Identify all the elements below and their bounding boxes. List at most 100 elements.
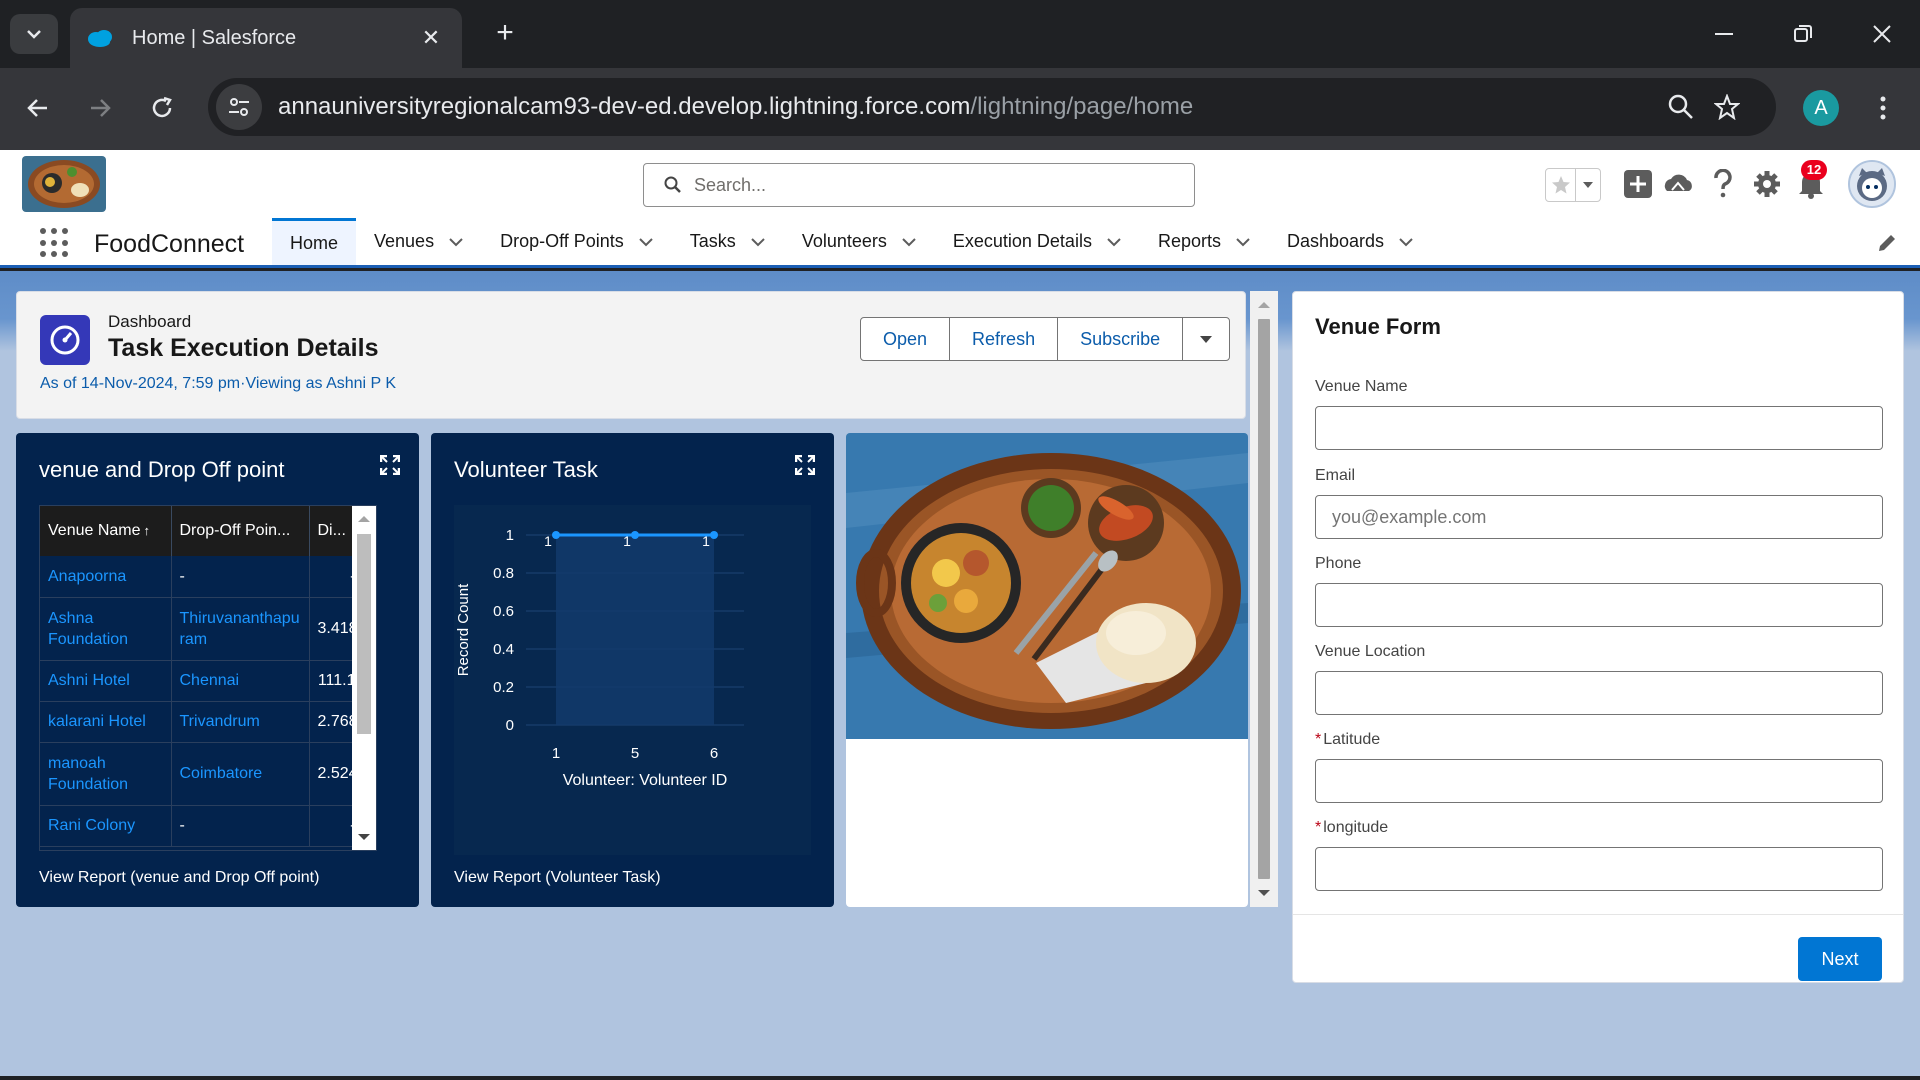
setup-button[interactable]: [1751, 168, 1783, 200]
waffle-dot: [62, 228, 68, 234]
waffle-dot: [51, 251, 57, 258]
new-tab-button[interactable]: +: [487, 16, 523, 52]
profile-avatar[interactable]: A: [1803, 90, 1839, 126]
venue-link[interactable]: Anapoorna: [40, 556, 172, 598]
nav-item-home[interactable]: Home: [272, 218, 357, 265]
trailhead-button[interactable]: [1662, 168, 1694, 200]
dropoff-link[interactable]: Thiruvananthapuram: [171, 597, 310, 661]
view-report-link[interactable]: View Report (venue and Drop Off point): [39, 869, 319, 887]
address-bar[interactable]: annauniversityregionalcam93-dev-ed.devel…: [208, 78, 1776, 136]
tab-search-button[interactable]: [10, 14, 58, 54]
close-window-button[interactable]: [1854, 14, 1910, 54]
global-search[interactable]: [643, 163, 1195, 207]
bookmark-button[interactable]: [1710, 90, 1744, 124]
venue-location-input[interactable]: [1315, 671, 1883, 715]
dropoff-link[interactable]: Coimbatore: [171, 742, 310, 806]
dropoff-link[interactable]: Chennai: [171, 660, 310, 702]
restore-button[interactable]: [1775, 14, 1831, 54]
chevron-down-icon[interactable]: [1106, 237, 1122, 247]
waffle-dot: [51, 239, 57, 246]
reload-button[interactable]: [142, 88, 182, 128]
search-input[interactable]: [694, 174, 1154, 196]
user-avatar[interactable]: [1848, 160, 1896, 208]
table-scrollbar[interactable]: [352, 506, 376, 850]
nav-item-dashboards[interactable]: Dashboards: [1269, 218, 1432, 265]
venue-name-field: Venue Name: [1315, 378, 1883, 450]
y-tick-label: 0.2: [493, 679, 514, 696]
org-logo[interactable]: [22, 156, 106, 212]
chevron-down-icon[interactable]: [1235, 237, 1251, 247]
chevron-down-icon[interactable]: [448, 237, 464, 247]
data-label: 1: [623, 533, 631, 549]
longitude-field: * longitude: [1315, 819, 1883, 891]
nav-item-reports[interactable]: Reports: [1140, 218, 1269, 265]
back-button[interactable]: [18, 88, 58, 128]
nav-item-drop-off-points[interactable]: Drop-Off Points: [482, 218, 672, 265]
site-info-button[interactable]: [216, 84, 262, 130]
tab-close-icon[interactable]: ✕: [416, 25, 446, 51]
email-input[interactable]: [1315, 495, 1883, 539]
nav-item-execution-details[interactable]: Execution Details: [935, 218, 1140, 265]
restore-icon: [1794, 25, 1812, 42]
nav-item-tasks[interactable]: Tasks: [672, 218, 784, 265]
nav-item-venues[interactable]: Venues: [356, 218, 482, 265]
nav-item-volunteers[interactable]: Volunteers: [784, 218, 935, 265]
table-row: manoah Foundation Coimbatore 2.524: [40, 742, 365, 806]
view-report-link[interactable]: View Report (Volunteer Task): [454, 869, 661, 887]
scroll-thumb[interactable]: [357, 534, 371, 734]
dashboard-scrollbar[interactable]: [1250, 291, 1278, 907]
refresh-button[interactable]: Refresh: [949, 317, 1059, 361]
expand-icon[interactable]: [795, 455, 815, 475]
data-point[interactable]: [552, 531, 560, 539]
forward-button[interactable]: [80, 88, 120, 128]
expand-icon[interactable]: [380, 455, 400, 475]
edit-nav-pencil-icon[interactable]: [1876, 232, 1898, 254]
dropoff-link[interactable]: Trivandrum: [171, 701, 310, 743]
venue-link[interactable]: Ashni Hotel: [40, 660, 172, 702]
chevron-down-icon[interactable]: [750, 237, 766, 247]
chevron-down-icon[interactable]: [1398, 237, 1414, 247]
data-point[interactable]: [631, 531, 639, 539]
latitude-input[interactable]: [1315, 759, 1883, 803]
next-button[interactable]: Next: [1798, 937, 1882, 981]
venue-link[interactable]: Rani Colony: [40, 805, 172, 847]
scroll-down-icon[interactable]: [352, 828, 376, 846]
longitude-input[interactable]: [1315, 847, 1883, 891]
data-point[interactable]: [710, 531, 718, 539]
venue-link[interactable]: kalarani Hotel: [40, 701, 172, 743]
sort-arrow-icon[interactable]: ↑: [144, 523, 151, 538]
venue-link[interactable]: Ashna Foundation: [40, 597, 172, 661]
column-header-drop-off-point[interactable]: Drop-Off Poin...: [171, 506, 310, 556]
dashboard-component: Dashboard Task Execution Details As of 1…: [12, 291, 1278, 907]
subscribe-button[interactable]: Subscribe: [1057, 317, 1184, 361]
field-label: Email: [1315, 467, 1356, 484]
help-button[interactable]: [1707, 168, 1739, 200]
window-bottom-edge: [0, 1076, 1920, 1080]
table-row: kalarani Hotel Trivandrum 2.768: [40, 701, 365, 743]
volunteer-line-chart: 0 0.2 0.4 0.6 0.8 1 1 5 6 1 1 1 Record Count Volu…: [454, 505, 811, 855]
column-header-venue-name[interactable]: Venue Name ↑: [40, 506, 172, 556]
favorite-star-button[interactable]: [1546, 169, 1576, 201]
venue-link[interactable]: manoah Foundation: [40, 742, 172, 806]
scroll-up-icon[interactable]: [352, 510, 376, 528]
app-launcher-icon[interactable]: [40, 228, 70, 258]
venue-name-input[interactable]: [1315, 406, 1883, 450]
favorites-dropdown-button[interactable]: [1576, 169, 1600, 201]
minimize-icon: [1715, 33, 1733, 35]
chevron-down-icon[interactable]: [638, 237, 654, 247]
x-tick-label: 5: [631, 745, 639, 762]
zoom-button[interactable]: [1664, 90, 1698, 124]
scroll-thumb[interactable]: [1258, 319, 1270, 879]
minimize-button[interactable]: [1696, 14, 1752, 54]
scroll-up-icon[interactable]: [1250, 295, 1278, 315]
phone-input[interactable]: [1315, 583, 1883, 627]
open-button[interactable]: Open: [860, 317, 951, 361]
browser-tab[interactable]: Home | Salesforce ✕: [70, 8, 462, 68]
browser-tabstrip: Home | Salesforce ✕ +: [0, 0, 1920, 68]
chevron-down-icon[interactable]: [901, 237, 917, 247]
more-actions-button[interactable]: [1182, 317, 1231, 361]
scroll-down-icon[interactable]: [1250, 883, 1278, 903]
global-create-button[interactable]: [1622, 168, 1654, 200]
browser-menu-button[interactable]: [1868, 90, 1898, 126]
form-footer-divider: [1293, 914, 1903, 915]
